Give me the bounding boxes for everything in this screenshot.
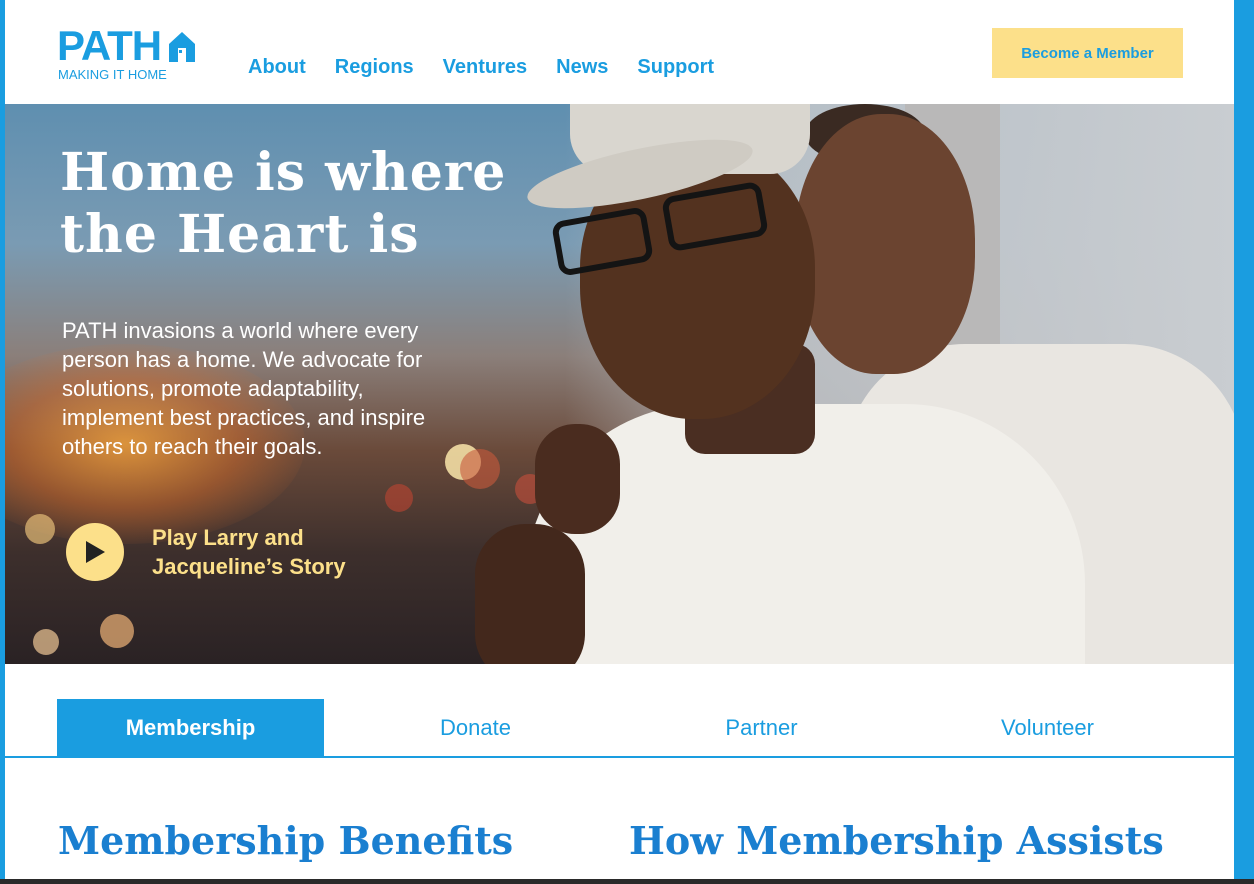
page: PATH MAKING IT HOME About Regions Ventur… (5, 0, 1234, 879)
hero-photo-arm (475, 524, 585, 664)
bokeh-light (460, 449, 500, 489)
nav-ventures[interactable]: Ventures (443, 56, 527, 79)
logo-tagline: MAKING IT HOME (58, 67, 167, 82)
hero-photo-hand (535, 424, 620, 534)
hero-description: PATH invasions a world where every perso… (62, 318, 426, 459)
hero-photo-woman-face (795, 114, 975, 374)
bokeh-light (100, 614, 134, 648)
play-story-label[interactable]: Play Larry and Jacqueline’s Story (152, 523, 412, 581)
nav-news[interactable]: News (556, 56, 608, 79)
bokeh-light (33, 629, 59, 655)
tab-membership[interactable]: Membership (57, 699, 324, 757)
become-member-button[interactable]: Become a Member (992, 28, 1183, 78)
hero-title: Home is where the Heart is (60, 142, 507, 265)
tabs-divider (5, 756, 1234, 758)
tab-donate[interactable]: Donate (342, 699, 609, 757)
nav-about[interactable]: About (248, 56, 306, 79)
tab-partner[interactable]: Partner (628, 699, 895, 757)
membership-benefits-heading: Membership Benefits (58, 818, 514, 863)
hero-banner: Home is where the Heart is PATH invasion… (5, 104, 1234, 664)
path-logo[interactable]: PATH MAKING IT HOME (57, 22, 197, 86)
play-story-button[interactable]: Play Larry and Jacqueline’s Story (66, 523, 412, 581)
how-membership-assists-heading: How Membership Assists (629, 818, 1164, 863)
house-icon (169, 32, 195, 62)
nav-support[interactable]: Support (637, 56, 714, 79)
main-nav: About Regions Ventures News Support (248, 56, 743, 79)
logo-wordmark: PATH (57, 22, 162, 69)
window-bottom-edge (0, 879, 1254, 884)
nav-regions[interactable]: Regions (335, 56, 414, 79)
bokeh-light (25, 514, 55, 544)
play-icon[interactable] (66, 523, 124, 581)
support-tabs: Membership Donate Partner Volunteer (5, 699, 1234, 759)
bokeh-light (385, 484, 413, 512)
site-header: PATH MAKING IT HOME About Regions Ventur… (5, 0, 1234, 104)
tab-volunteer[interactable]: Volunteer (914, 699, 1181, 757)
